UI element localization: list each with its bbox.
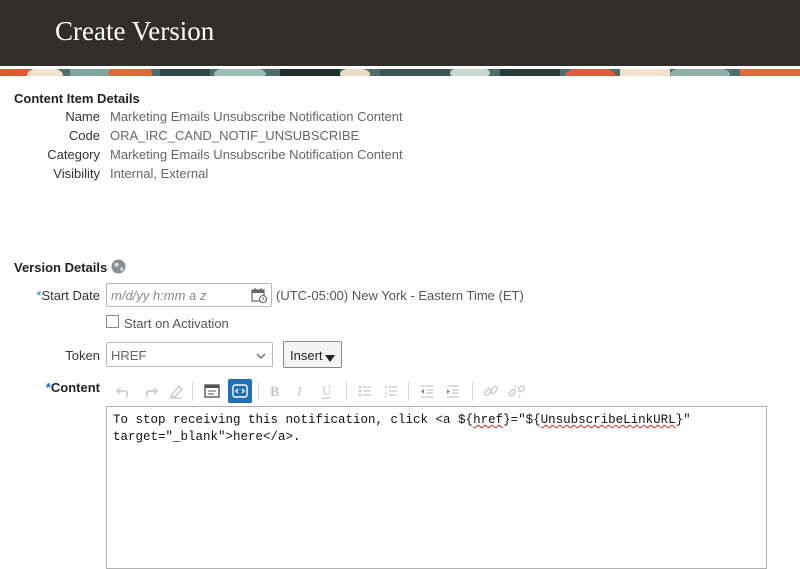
unlink-icon[interactable] xyxy=(506,380,528,402)
redo-icon[interactable] xyxy=(139,380,161,402)
svg-text:B: B xyxy=(270,385,279,400)
token-label: Token xyxy=(65,348,100,363)
bold-icon[interactable]: B xyxy=(264,380,286,402)
toolbar-divider xyxy=(408,381,409,401)
chevron-down-icon xyxy=(255,349,267,361)
globe-icon[interactable] xyxy=(111,259,126,274)
indent-icon[interactable] xyxy=(442,380,464,402)
outdent-icon[interactable] xyxy=(416,380,438,402)
caret-down-icon xyxy=(325,350,335,362)
start-date-label: *Start Date xyxy=(36,288,100,303)
toolbar-divider xyxy=(346,381,347,401)
insert-button-label: Insert xyxy=(290,348,323,363)
content-line-1: To stop receiving this notification, cli… xyxy=(113,413,691,427)
svg-text:I: I xyxy=(296,385,303,400)
category-value: Marketing Emails Unsubscribe Notificatio… xyxy=(110,147,403,162)
content-line-2: target="_blank">here</a>. xyxy=(113,430,301,444)
version-details-heading: Version Details xyxy=(14,260,108,275)
link-icon[interactable] xyxy=(480,380,502,402)
start-on-activation-checkbox[interactable] xyxy=(106,315,119,328)
content-label: *Content xyxy=(45,380,100,395)
clear-format-icon[interactable] xyxy=(165,380,187,402)
undo-icon[interactable] xyxy=(113,380,135,402)
toolbar-divider xyxy=(192,381,193,401)
code-label: Code xyxy=(68,128,100,143)
name-value: Marketing Emails Unsubscribe Notificatio… xyxy=(110,109,403,124)
svg-text:U: U xyxy=(322,383,332,398)
source-view-icon[interactable] xyxy=(201,380,223,402)
page-title: Create Version xyxy=(55,16,215,46)
spellcheck-word: UnsubscribeLinkURL xyxy=(540,413,676,427)
visibility-label: Visibility xyxy=(53,166,100,181)
underline-icon[interactable]: U xyxy=(316,380,338,402)
start-on-activation-label: Start on Activation xyxy=(124,316,229,331)
name-label: Name xyxy=(65,109,100,124)
page-header: Create Version xyxy=(0,0,800,66)
numbered-list-icon[interactable] xyxy=(380,380,402,402)
insert-button[interactable]: Insert xyxy=(283,341,342,368)
italic-icon[interactable]: I xyxy=(290,380,312,402)
content-editor[interactable]: To stop receiving this notification, cli… xyxy=(106,406,767,569)
token-select-value: HREF xyxy=(111,348,147,363)
bullet-list-icon[interactable] xyxy=(354,380,376,402)
category-label: Category xyxy=(47,147,100,162)
content-item-details-heading: Content Item Details xyxy=(14,91,140,106)
toolbar-divider xyxy=(472,381,473,401)
decorative-banner xyxy=(0,66,800,76)
timezone-text: (UTC-05:00) New York - Eastern Time (ET) xyxy=(276,288,524,303)
visibility-value: Internal, External xyxy=(110,166,209,181)
start-date-placeholder: m/d/yy h:mm a z xyxy=(111,288,207,303)
start-date-input[interactable]: m/d/yy h:mm a z xyxy=(106,283,272,307)
code-value: ORA_IRC_CAND_NOTIF_UNSUBSCRIBE xyxy=(110,128,360,143)
calendar-icon[interactable] xyxy=(251,287,268,304)
rich-text-toggle-icon[interactable] xyxy=(228,379,252,403)
token-select[interactable]: HREF xyxy=(106,342,273,367)
toolbar-divider xyxy=(258,381,259,401)
spellcheck-word: href xyxy=(473,413,504,427)
